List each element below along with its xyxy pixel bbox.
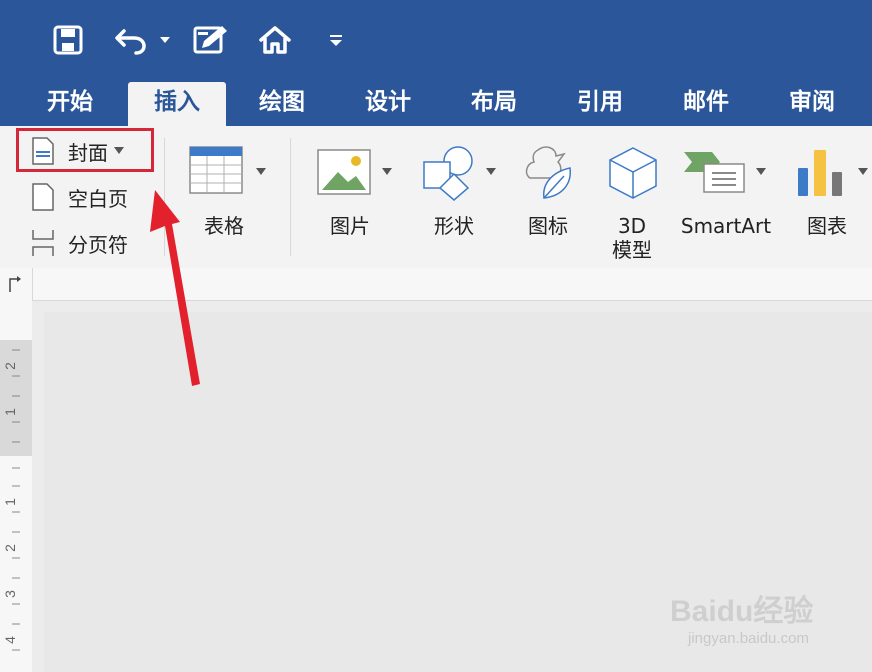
watermark-brand: Baidu经验 (670, 595, 814, 628)
baidu-watermark: Baidu经验 jingyan.baidu.com (670, 586, 813, 647)
annotation-arrow (150, 190, 200, 386)
watermark-url: jingyan.baidu.com (688, 630, 809, 647)
